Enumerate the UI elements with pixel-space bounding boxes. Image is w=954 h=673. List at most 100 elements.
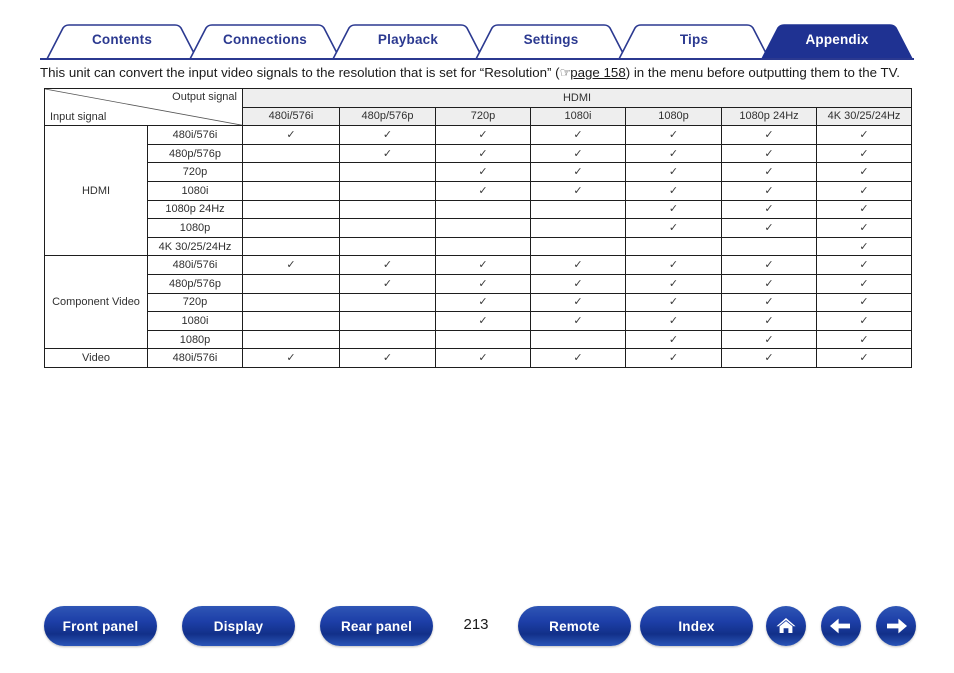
remote-button[interactable]: Remote [518,606,631,646]
check-icon: ✓ [668,259,679,272]
cell-supported: ✓ [625,273,722,294]
check-icon: ✓ [668,166,679,179]
rear-panel-button[interactable]: Rear panel [320,606,433,646]
table-row: 1080i ✓ ✓ ✓ ✓ ✓ [45,311,912,331]
cell-unsupported [339,311,436,331]
check-icon: ✓ [764,128,774,141]
input-resolution-label: 480p/576p [147,143,243,164]
cell-supported: ✓ [721,329,817,350]
cell-supported: ✓ [625,218,722,238]
check-icon: ✓ [764,147,774,160]
check-icon: ✓ [478,147,488,160]
cell-supported: ✓ [530,311,626,331]
cell-supported: ✓ [625,180,722,201]
table-row: 1080i ✓ ✓ ✓ ✓ ✓ [45,180,912,201]
back-button[interactable] [821,606,861,646]
check-icon: ✓ [668,333,679,346]
video-conversion-table: Output signal Input signal HDMI 480i/576… [44,87,912,368]
check-icon: ✓ [859,203,869,216]
home-button[interactable] [766,606,806,646]
tab-bar-underline [40,58,914,60]
check-icon: ✓ [382,277,393,290]
table-head: Output signal Input signal HDMI 480i/576… [44,87,912,127]
tab-contents[interactable]: Contents [62,32,182,47]
cell-supported: ✓ [339,255,436,275]
input-signal-label: Input signal [50,111,107,124]
check-icon: ✓ [478,314,488,327]
col-4k: 4K 30/25/24Hz [816,106,912,127]
cell-unsupported [435,218,531,238]
tab-connections[interactable]: Connections [205,32,325,47]
check-icon: ✓ [478,277,488,290]
check-icon: ✓ [764,333,774,346]
tab-playback[interactable]: Playback [348,32,468,47]
cell-supported: ✓ [816,273,912,294]
check-icon: ✓ [573,277,583,290]
cell-supported: ✓ [339,143,436,164]
check-icon: ✓ [764,259,774,272]
col-1080i: 1080i [530,106,626,127]
output-signal-label: Output signal [172,91,237,103]
input-resolution-label: 480i/576i [147,348,243,368]
cell-supported: ✓ [721,162,817,182]
check-icon: ✓ [668,296,679,309]
check-icon: ✓ [764,166,774,179]
cell-supported: ✓ [721,125,817,145]
check-icon: ✓ [668,277,679,290]
check-icon: ✓ [573,259,583,272]
check-icon: ✓ [859,277,869,290]
cell-supported: ✓ [721,255,817,275]
cell-unsupported [435,199,531,220]
cell-supported: ✓ [435,180,531,201]
tab-settings[interactable]: Settings [491,32,611,47]
page-reference-link[interactable]: page 158 [570,65,625,80]
input-resolution-label: 720p [147,162,243,182]
cell-supported: ✓ [339,273,436,294]
forward-button[interactable] [876,606,916,646]
index-button[interactable]: Index [640,606,753,646]
table-row: 720p ✓ ✓ ✓ ✓ ✓ [45,162,912,182]
cell-supported: ✓ [816,329,912,350]
check-icon: ✓ [764,296,774,309]
bottom-navigation-bar: Front panel Display Rear panel Remote In… [0,606,954,650]
input-resolution-label: 4K 30/25/24Hz [147,236,243,257]
cell-supported: ✓ [530,143,626,164]
cell-supported: ✓ [339,348,436,368]
check-icon: ✓ [573,352,583,365]
table-row: 480p/576p ✓ ✓ ✓ ✓ ✓ ✓ [45,143,912,164]
check-icon: ✓ [668,352,679,365]
table-row: Component Video 480i/576i ✓ ✓ ✓ ✓ ✓ ✓ ✓ [44,255,912,350]
check-icon: ✓ [286,128,296,141]
tab-tips[interactable]: Tips [634,32,754,47]
check-icon: ✓ [573,166,583,179]
check-icon: ✓ [478,352,488,365]
front-panel-button[interactable]: Front panel [44,606,157,646]
cell-supported: ✓ [816,218,912,238]
table-row: 1080p ✓ ✓ ✓ [45,218,912,238]
cell-supported: ✓ [435,162,531,182]
cell-supported: ✓ [625,255,722,275]
back-arrow-icon [830,618,850,634]
check-icon: ✓ [478,166,488,179]
tab-appendix[interactable]: Appendix [777,32,897,47]
display-button[interactable]: Display [182,606,295,646]
check-icon: ✓ [859,128,869,141]
cell-unsupported [339,180,436,201]
table-body: HDMI 480i/576i ✓ ✓ ✓ ✓ ✓ ✓ ✓ 480p/576p ✓ ✓ ✓ ✓ ✓ ✓ 720p ✓… [44,125,912,368]
cell-supported: ✓ [816,162,912,182]
cell-supported: ✓ [816,236,912,257]
check-icon: ✓ [764,314,774,327]
check-icon: ✓ [668,184,679,197]
cell-supported: ✓ [242,125,340,145]
check-icon: ✓ [764,221,774,234]
cell-supported: ✓ [435,311,531,331]
home-icon [776,618,796,633]
cell-supported: ✓ [721,292,817,313]
check-icon: ✓ [478,128,488,141]
intro-text-after: ) in the menu before outputting them to … [625,65,900,80]
input-resolution-label: 1080p [147,218,243,238]
cell-supported: ✓ [625,348,722,368]
input-resolution-label: 1080i [147,180,243,201]
cell-unsupported [339,218,436,238]
cell-unsupported [242,143,340,164]
